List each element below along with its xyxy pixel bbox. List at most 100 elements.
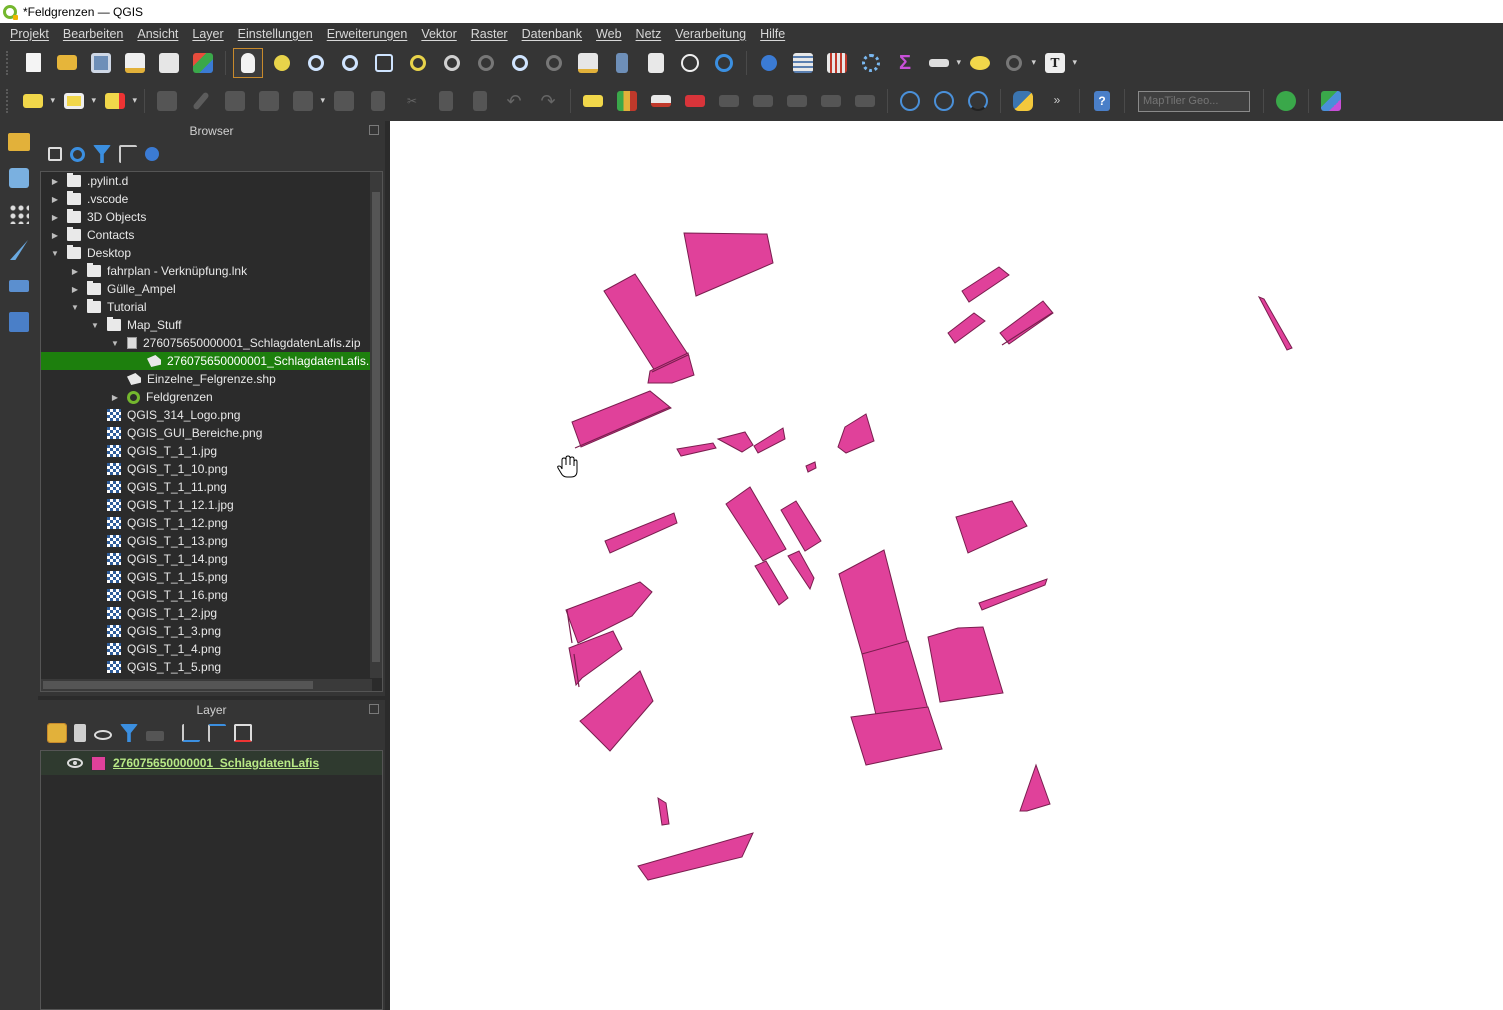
toolbox-button[interactable] [857, 49, 885, 77]
menu-ansicht[interactable]: Ansicht [130, 27, 185, 41]
open-attribute-table-button[interactable] [789, 49, 817, 77]
redo-button[interactable]: ↷ [534, 87, 562, 115]
new-shapefile-button[interactable] [4, 235, 34, 265]
paste-features-button[interactable] [466, 87, 494, 115]
show-unplaced-labels-button[interactable] [681, 87, 709, 115]
open-layer-styling-button[interactable] [47, 723, 67, 743]
browser-tree-item[interactable]: QGIS_T_1_11.png [41, 478, 382, 496]
browser-tree-item[interactable]: QGIS_T_1_4.png [41, 640, 382, 658]
menu-erweiterungen[interactable]: Erweiterungen [320, 27, 415, 41]
expand-arrow-icon[interactable]: ▶ [69, 285, 81, 294]
browser-tree-item[interactable]: ▶ 3D Objects [41, 208, 382, 226]
browser-tree-item[interactable]: QGIS_T_1_1.jpg [41, 442, 382, 460]
collapse-arrow-icon[interactable]: ▼ [89, 321, 101, 330]
field-polygon[interactable] [1257, 296, 1293, 351]
browser-tree-item[interactable]: QGIS_T_1_5.png [41, 658, 382, 676]
browser-tree-item[interactable]: QGIS_T_1_14.png [41, 550, 382, 568]
pan-map-button[interactable] [233, 47, 263, 78]
deselect-all-button[interactable] [101, 87, 137, 115]
browser-tree-item[interactable]: ▶ .vscode [41, 190, 382, 208]
menu-datenbank[interactable]: Datenbank [515, 27, 589, 41]
zoom-layer-button[interactable] [438, 49, 466, 77]
field-polygon[interactable] [1019, 763, 1051, 812]
rotate-label-button[interactable] [817, 87, 845, 115]
undo-button[interactable]: ↶ [500, 87, 528, 115]
menu-hilfe[interactable]: Hilfe [753, 27, 792, 41]
field-polygon[interactable] [657, 797, 670, 826]
map-canvas[interactable] [390, 121, 1503, 1010]
field-calculator-grid-button[interactable] [823, 49, 851, 77]
zoom-next-button[interactable] [540, 49, 568, 77]
expand-arrow-icon[interactable]: ▶ [49, 231, 61, 240]
text-annotation-button[interactable]: T [1041, 49, 1077, 77]
field-polygon[interactable] [683, 232, 774, 297]
scrollbar-thumb[interactable] [43, 681, 313, 689]
zoom-last-button[interactable] [506, 49, 534, 77]
new-project-button[interactable] [19, 49, 47, 77]
zoom-full-button[interactable] [370, 49, 398, 77]
zoom-selection-button[interactable] [404, 49, 432, 77]
expand-arrow-icon[interactable]: ▶ [49, 213, 61, 222]
browser-tree-item[interactable]: QGIS_T_1_15.png [41, 568, 382, 586]
expand-arrow-icon[interactable]: ▶ [49, 195, 61, 204]
cut-features-button[interactable]: ✂ [398, 87, 426, 115]
browser-tree-item[interactable]: ▶ Feldgrenzen [41, 388, 382, 406]
panel-float-icon[interactable] [369, 125, 379, 135]
change-label-button[interactable] [851, 87, 879, 115]
field-polygon[interactable] [947, 312, 986, 344]
field-polygon[interactable] [787, 550, 815, 591]
layer-diagram-button[interactable] [613, 87, 641, 115]
browser-tree-item[interactable]: ▶ Gülle_Ampel [41, 280, 382, 298]
expand-arrow-icon[interactable]: ▶ [109, 393, 121, 402]
new-bookmark-button[interactable] [608, 49, 636, 77]
browser-tree-item[interactable]: ▼ 276075650000001_SchlagdatenLafis.zip [41, 334, 382, 352]
field-polygon[interactable] [955, 500, 1028, 554]
field-polygon[interactable] [754, 560, 789, 606]
field-polygon[interactable] [961, 266, 1010, 303]
field-polygon[interactable] [861, 640, 929, 716]
menu-bearbeiten[interactable]: Bearbeiten [56, 27, 130, 41]
browser-tree-item[interactable]: QGIS_T_1_12.1.jpg [41, 496, 382, 514]
add-selected-layers-button[interactable] [48, 147, 62, 161]
field-polygon[interactable] [978, 578, 1048, 611]
show-hide-labels-button[interactable] [749, 87, 777, 115]
browser-tree[interactable]: ▶ .pylint.d ▶ .vscode ▶ 3D Objects ▶ Contacts ▼ D… [40, 171, 383, 692]
browser-tree-item[interactable]: ▶ .pylint.d [41, 172, 382, 190]
maptiler-button[interactable] [1317, 87, 1345, 115]
filter-browser-button[interactable] [93, 145, 111, 163]
field-polygon[interactable] [637, 832, 754, 881]
browser-tree-item[interactable]: QGIS_T_1_3.png [41, 622, 382, 640]
menu-projekt[interactable]: Projekt [3, 27, 56, 41]
field-polygon[interactable] [999, 300, 1054, 345]
new-temp-layer-button[interactable] [4, 199, 34, 229]
open-project-button[interactable] [53, 49, 81, 77]
data-source-manager-button[interactable] [4, 127, 34, 157]
layout-manager-button[interactable] [155, 49, 183, 77]
field-polygon[interactable] [838, 549, 909, 655]
field-polygon[interactable] [604, 512, 678, 554]
browser-tree-item[interactable]: 276075650000001_SchlagdatenLafis. [41, 352, 382, 370]
add-wms-layer-button[interactable] [896, 87, 924, 115]
filter-by-expression-button[interactable] [146, 731, 164, 741]
share-button[interactable] [1272, 87, 1300, 115]
pin-labels-button[interactable] [715, 87, 743, 115]
expand-all-button[interactable] [182, 724, 200, 742]
field-polygon[interactable] [603, 273, 690, 372]
collapse-arrow-icon[interactable]: ▼ [69, 303, 81, 312]
toggle-editing-button[interactable] [187, 87, 215, 115]
current-edits-button[interactable] [153, 87, 181, 115]
add-vector-layer-button[interactable] [4, 307, 34, 337]
select-tools-button[interactable] [1000, 49, 1036, 77]
browser-tree-item[interactable]: ▼ Tutorial [41, 298, 382, 316]
browser-tree-item[interactable]: ▼ Desktop [41, 244, 382, 262]
add-wfs-layer-button[interactable] [930, 87, 958, 115]
new-map-view-button[interactable] [574, 49, 602, 77]
select-by-attribute-button[interactable] [60, 87, 96, 115]
remove-layer-button[interactable] [234, 724, 252, 742]
browser-tree-item[interactable]: ▶ fahrplan - Verknüpfung.lnk [41, 262, 382, 280]
field-polygon[interactable] [676, 442, 717, 457]
new-geopackage-button[interactable] [4, 163, 34, 193]
copy-features-button[interactable] [432, 87, 460, 115]
map-tips-button[interactable] [966, 49, 994, 77]
save-project-button[interactable] [87, 49, 115, 77]
